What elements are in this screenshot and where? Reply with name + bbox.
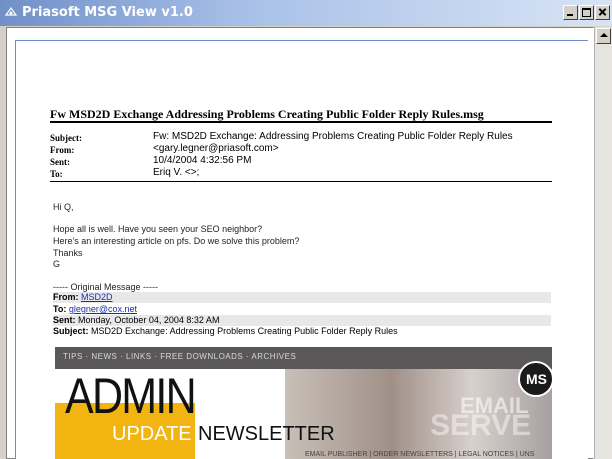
banner-update-word: UPDATE <box>112 423 192 445</box>
banner-logo-text: MS <box>526 371 547 387</box>
body-line-3: Thanks <box>53 248 83 258</box>
original-from-link[interactable]: MSD2D <box>81 292 113 302</box>
header-from-value: <gary.legner@priasoft.com> <box>153 143 279 154</box>
original-to-label: To: <box>53 304 67 314</box>
title-bar[interactable]: Priasoft MSG View v1.0 <box>0 0 612 26</box>
original-sent-row: Sent: Monday, October 04, 2004 8:32 AM <box>53 315 551 326</box>
header-subject-value: Fw: MSD2D Exchange: Addressing Problems … <box>153 131 513 142</box>
original-to-link[interactable]: glegner@cox.net <box>69 304 137 314</box>
ms-logo-icon: MS <box>518 361 552 397</box>
header-from-label: From: <box>50 145 75 155</box>
original-subject-value: MSD2D Exchange: Addressing Problems Crea… <box>91 326 398 336</box>
vertical-scrollbar[interactable] <box>594 27 612 459</box>
scroll-up-button[interactable] <box>596 28 611 44</box>
app-icon <box>4 6 18 16</box>
header-sent-label: Sent: <box>50 157 70 167</box>
original-subject-row: Subject: MSD2D Exchange: Addressing Prob… <box>53 326 551 337</box>
window-title: Priasoft MSG View v1.0 <box>22 5 193 20</box>
header-sent-value: 10/4/2004 4:32:56 PM <box>153 155 252 166</box>
banner-server-word: SERVE <box>430 409 532 442</box>
original-message-separator: ----- Original Message ----- <box>53 282 159 292</box>
original-sent-value: Monday, October 04, 2004 8:32 AM <box>78 315 220 325</box>
original-sent-label: Sent: <box>53 315 76 325</box>
banner-newsletter-word: NEWSLETTER <box>198 423 335 445</box>
body-line-greeting: Hi Q, <box>53 202 74 212</box>
app-window: Priasoft MSG View v1.0 Fw MSD2D Exchange… <box>0 0 612 459</box>
header-divider <box>50 181 552 182</box>
original-from-row: From: MSD2D <box>53 292 551 303</box>
original-subject-label: Subject: <box>53 326 89 336</box>
header-subject-label: Subject: <box>50 133 82 143</box>
message-file-title: Fw MSD2D Exchange Addressing Problems Cr… <box>50 107 484 121</box>
minimize-button[interactable] <box>563 5 578 20</box>
maximize-button[interactable] <box>579 5 594 20</box>
newsletter-banner[interactable]: TIPS · NEWS · LINKS · FREE DOWNLOADS · A… <box>55 347 552 459</box>
body-line-4: G <box>53 259 61 269</box>
title-divider <box>50 121 552 123</box>
close-button[interactable] <box>595 5 610 20</box>
banner-nav-bar: TIPS · NEWS · LINKS · FREE DOWNLOADS · A… <box>55 347 552 369</box>
banner-admin-title: ADMIN <box>65 368 197 424</box>
banner-footer-links[interactable]: EMAIL PUBLISHER | ORDER NEWSLETTERS | LE… <box>305 451 534 458</box>
body-line-1: Hope all is well. Have you seen your SEO… <box>53 224 263 234</box>
body-line-2: Here's an interesting article on pfs. Do… <box>53 236 300 246</box>
header-to-value: Eriq V. <>; <box>153 167 200 178</box>
banner-nav-links[interactable]: TIPS · NEWS · LINKS · FREE DOWNLOADS · A… <box>63 352 296 361</box>
original-to-row: To: glegner@cox.net <box>53 304 551 315</box>
original-from-label: From: <box>53 292 79 302</box>
header-to-label: To: <box>50 169 63 179</box>
